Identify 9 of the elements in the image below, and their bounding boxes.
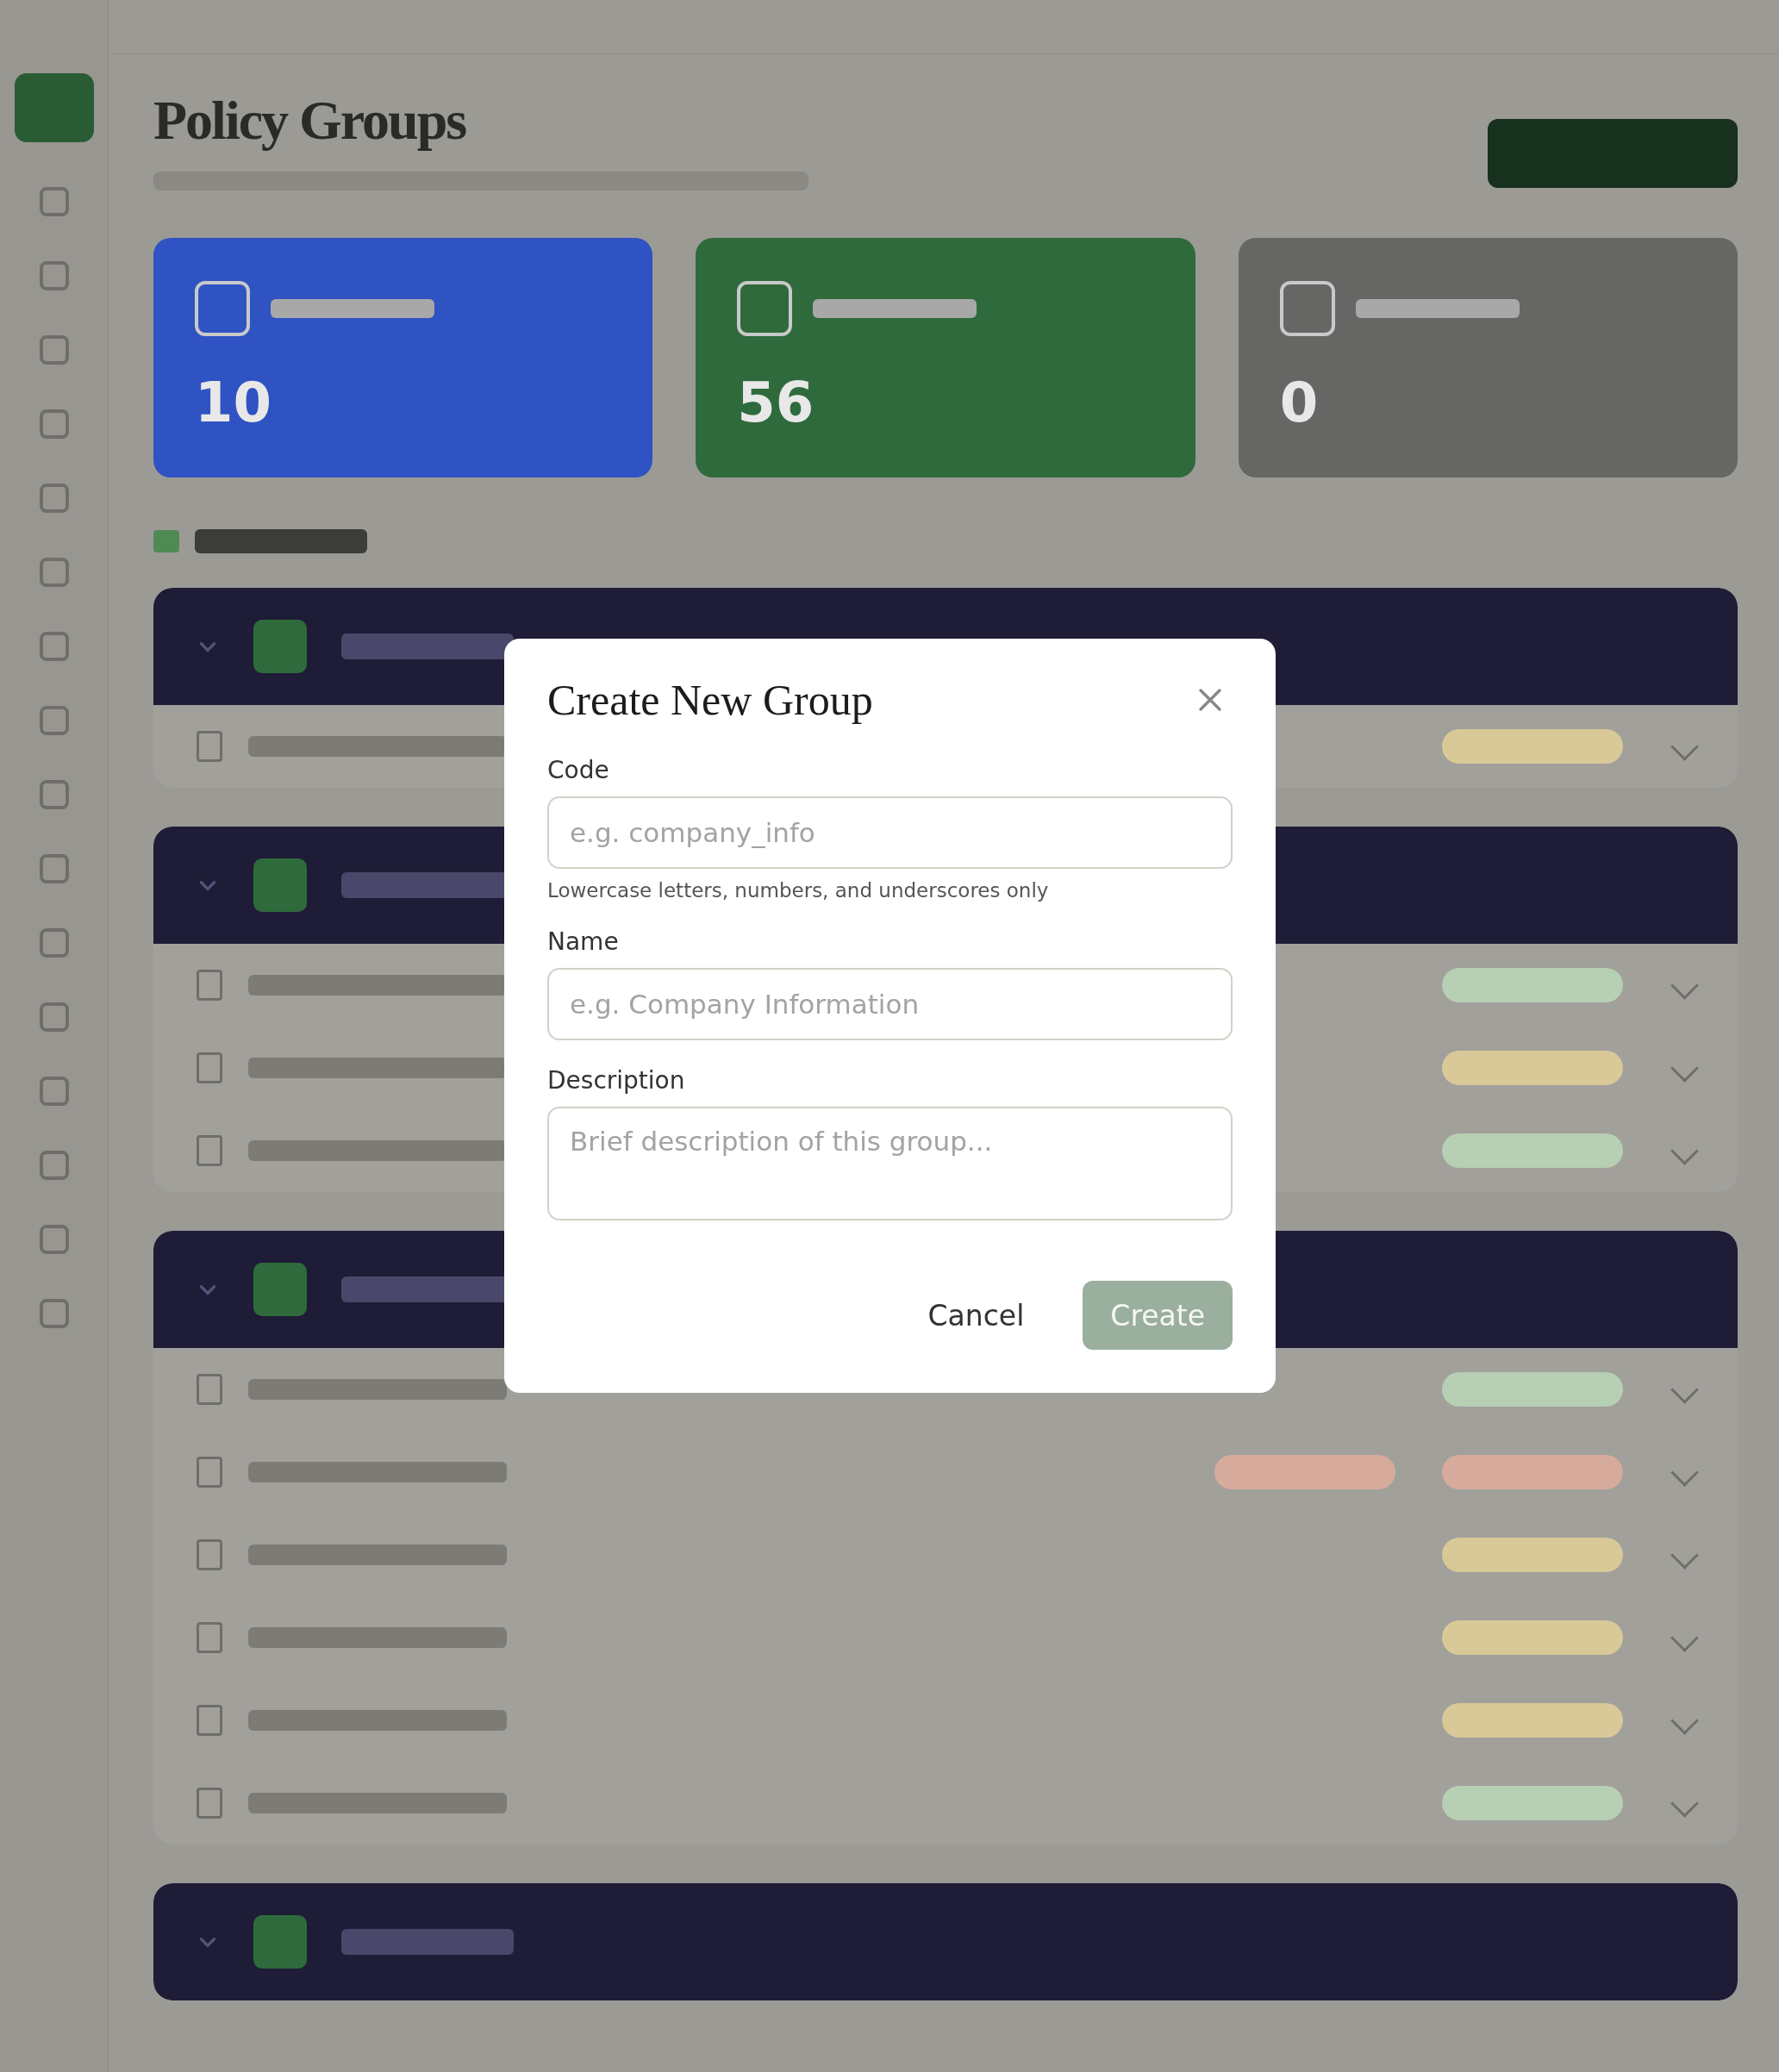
- stat-value: 0: [1279, 371, 1320, 434]
- stat-value: 56: [737, 371, 815, 434]
- page-title: Policy Groups: [153, 89, 467, 153]
- field-label: Code: [547, 756, 610, 784]
- dialog-title: Create New Group: [547, 675, 873, 725]
- stat-value: 10: [195, 371, 273, 434]
- field-label: Name: [547, 927, 620, 956]
- field-label: Description: [547, 1066, 686, 1095]
- field-hint: Lowercase letters, numbers, and underscores only: [547, 879, 1050, 902]
